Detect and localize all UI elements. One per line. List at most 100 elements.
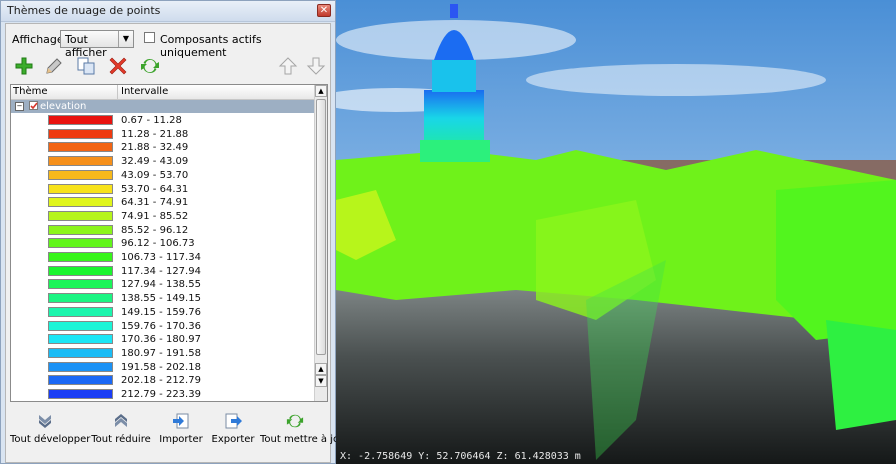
update-all-button[interactable]: Tout mettre à jour — [260, 408, 350, 458]
collapse-icon[interactable]: − — [15, 102, 24, 111]
import-label: Importer — [159, 434, 203, 445]
tree-item[interactable]: 21.88 - 32.49 — [11, 141, 315, 154]
color-swatch[interactable] — [48, 389, 113, 399]
interval-label: 74.91 - 85.52 — [121, 210, 189, 222]
panel-content: Affichage: Tout afficher ▼ Composants ac… — [5, 23, 350, 463]
edit-button[interactable] — [42, 54, 66, 78]
tree-item[interactable]: 53.70 - 64.31 — [11, 183, 315, 196]
interval-label: 202.18 - 212.79 — [121, 375, 201, 387]
delete-x-icon — [109, 57, 127, 75]
expand-all-button[interactable]: Tout développer — [10, 408, 90, 458]
tree-item[interactable]: 64.31 - 74.91 — [11, 196, 315, 209]
tree-header: Thème Intervalle — [11, 85, 315, 100]
move-down-button[interactable] — [304, 54, 328, 78]
import-button[interactable]: Importer — [158, 408, 204, 458]
color-swatch[interactable] — [48, 142, 113, 153]
interval-label: 117.34 - 127.94 — [121, 265, 201, 277]
color-swatch[interactable] — [48, 347, 113, 358]
tree-item[interactable]: 74.91 - 85.52 — [11, 210, 315, 223]
color-swatch[interactable] — [48, 210, 113, 221]
tree-item[interactable]: 85.52 - 96.12 — [11, 224, 315, 237]
color-swatch[interactable] — [48, 320, 113, 331]
elevation-checkbox[interactable] — [29, 101, 38, 110]
column-header-interval[interactable]: Intervalle — [117, 85, 168, 99]
color-swatch[interactable] — [48, 115, 113, 125]
color-swatch[interactable] — [48, 252, 113, 262]
update-all-label: Tout mettre à jour — [260, 434, 350, 445]
active-components-checkbox[interactable] — [144, 32, 155, 43]
close-button[interactable]: ✕ — [317, 4, 331, 17]
tree-item[interactable]: 159.76 - 170.36 — [11, 320, 315, 333]
color-swatch[interactable] — [48, 224, 113, 235]
collapse-all-label: Tout réduire — [91, 434, 151, 445]
color-swatch[interactable] — [48, 293, 113, 304]
tree-root-elevation[interactable]: − elevation — [11, 100, 315, 113]
color-swatch[interactable] — [48, 306, 113, 317]
tree-item[interactable]: 117.34 - 127.94 — [11, 265, 315, 278]
tree-item[interactable]: 180.97 - 191.58 — [11, 347, 315, 360]
interval-label: 85.52 - 96.12 — [121, 224, 189, 236]
toolbar — [12, 54, 328, 80]
scroll-up-button[interactable]: ▲ — [315, 85, 327, 97]
color-swatch[interactable] — [48, 279, 113, 290]
tree-item[interactable]: 43.09 - 53.70 — [11, 169, 315, 182]
color-swatch[interactable] — [48, 265, 113, 276]
3d-viewport[interactable]: X: -2.758649 Y: 52.706464 Z: 61.428033 m — [336, 0, 896, 464]
close-icon: ✕ — [319, 5, 329, 16]
coordinate-readout: X: -2.758649 Y: 52.706464 Z: 61.428033 m — [340, 451, 581, 462]
interval-label: 138.55 - 149.15 — [121, 293, 201, 305]
color-swatch[interactable] — [48, 361, 113, 372]
interval-label: 43.09 - 53.70 — [121, 169, 189, 181]
color-swatch[interactable] — [48, 334, 113, 345]
tree-item[interactable]: 138.55 - 149.15 — [11, 292, 315, 305]
interval-label: 11.28 - 21.88 — [121, 128, 189, 140]
interval-label: 212.79 - 223.39 — [121, 389, 201, 400]
tree-item[interactable]: 212.79 - 223.39 — [11, 388, 315, 401]
tree-item[interactable]: 191.58 - 202.18 — [11, 361, 315, 374]
tree-item[interactable]: 0.67 - 11.28 — [11, 114, 315, 127]
move-up-button[interactable] — [276, 54, 300, 78]
color-swatch[interactable] — [48, 238, 113, 249]
collapse-all-button[interactable]: Tout réduire — [88, 408, 154, 458]
interval-label: 106.73 - 117.34 — [121, 252, 201, 263]
export-icon — [225, 413, 242, 429]
collapse-all-icon — [115, 414, 127, 427]
color-swatch[interactable] — [48, 183, 113, 194]
tree-item[interactable]: 149.15 - 159.76 — [11, 306, 315, 319]
color-swatch[interactable] — [48, 197, 113, 208]
delete-button[interactable] — [106, 54, 130, 78]
color-swatch[interactable] — [48, 156, 113, 167]
tree-item[interactable]: 11.28 - 21.88 — [11, 128, 315, 141]
column-header-theme[interactable]: Thème — [13, 86, 48, 97]
theme-tree[interactable]: Thème Intervalle − elevation 0.67 - 11.2… — [10, 84, 328, 402]
color-swatch[interactable] — [48, 375, 113, 386]
display-select[interactable]: Tout afficher ▼ — [60, 30, 134, 59]
panel-title: Thèmes de nuage de points — [7, 4, 161, 17]
tree-item[interactable]: 170.36 - 180.97 — [11, 333, 315, 346]
color-swatch[interactable] — [48, 128, 113, 139]
scroll-down-button[interactable]: ▼ — [315, 375, 327, 387]
duplicate-button[interactable] — [74, 54, 98, 78]
panel-titlebar[interactable]: Thèmes de nuage de points ✕ — [1, 1, 335, 22]
tree-item[interactable]: 96.12 - 106.73 — [11, 237, 315, 250]
tree-item[interactable]: 127.94 - 138.55 — [11, 278, 315, 291]
refresh-icon — [141, 58, 159, 74]
scroll-up-button-2[interactable]: ▲ — [315, 363, 327, 375]
tree-item[interactable]: 202.18 - 212.79 — [11, 374, 315, 387]
interval-label: 191.58 - 202.18 — [121, 361, 201, 373]
export-button[interactable]: Exporter — [210, 408, 256, 458]
plus-icon — [15, 57, 33, 75]
interval-label: 180.97 - 191.58 — [121, 347, 201, 359]
interval-label: 0.67 - 11.28 — [121, 115, 182, 126]
tree-scrollbar[interactable]: ▲ ▲ ▼ — [314, 85, 327, 401]
tree-item[interactable]: 32.49 - 43.09 — [11, 155, 315, 168]
scroll-thumb[interactable] — [316, 99, 326, 355]
expand-all-icon — [39, 415, 51, 428]
tree-item[interactable]: 106.73 - 117.34 — [11, 251, 315, 264]
color-swatch[interactable] — [48, 169, 113, 180]
refresh-button[interactable] — [138, 54, 162, 78]
add-button[interactable] — [12, 54, 36, 78]
import-icon — [173, 413, 189, 429]
interval-label: 32.49 - 43.09 — [121, 156, 189, 168]
chevron-down-icon: ▼ — [118, 31, 133, 47]
